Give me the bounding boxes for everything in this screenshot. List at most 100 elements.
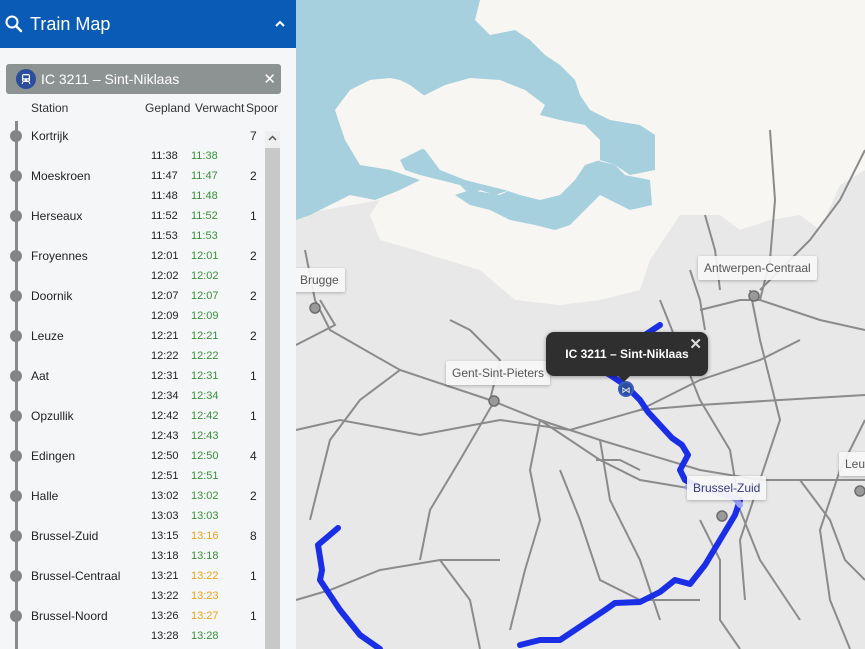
stop-arrival-expected: 12:50 [191,450,219,462]
stop-departure-expected: 12:51 [191,470,219,482]
stop-arrival-expected: 11:47 [191,170,218,182]
stop-departure-row: 12:22 12:22 [0,346,264,366]
stop-row[interactable]: Herseaux 11:52 11:52 1 [0,206,264,226]
stop-platform: 1 [250,609,257,623]
station-label-leuven[interactable]: Leu [839,452,865,476]
stop-departure-expected: 12:22 [191,350,219,362]
stop-departure-row: 13:28 13:28 [0,626,264,646]
stop-station-name: Froyennes [31,249,88,263]
stop-platform: 4 [250,449,257,463]
stop-arrival-planned: 13:15 [151,530,179,542]
stop-station-name: Brussel-Noord [31,609,108,623]
stop-row[interactable]: Moeskroen 11:47 11:47 2 [0,166,264,186]
search-icon[interactable] [4,14,24,34]
stop-dot-icon [10,210,22,222]
scroll-up-button[interactable] [265,131,280,146]
stop-arrival-expected: 13:16 [191,530,219,542]
stop-dot-icon [10,130,22,142]
stop-row[interactable]: Doornik 12:07 12:07 2 [0,286,264,306]
stop-departure-expected: 13:18 [191,550,219,562]
stop-station-name: Halle [31,489,59,503]
stop-dot-icon [10,490,22,502]
train-panel: Train Map IC 3211 – Sint-Niklaas ✕ Stati… [0,0,296,649]
selected-train-label: IC 3211 – Sint-Niklaas [41,71,180,87]
stop-platform: 1 [250,409,257,423]
stop-arrival-planned: 11:47 [151,170,178,182]
stop-row[interactable]: Opzullik 12:42 12:42 1 [0,406,264,426]
stop-row[interactable]: Edingen 12:50 12:50 4 [0,446,264,466]
stop-row[interactable]: Halle 13:02 13:02 2 [0,486,264,506]
column-header-planned: Gepland [145,101,191,115]
station-marker-antwerpen[interactable] [748,290,760,302]
stop-departure-planned: 12:34 [151,390,179,402]
stop-arrival-expected: 11:52 [191,210,218,222]
stop-arrival-expected: 12:07 [191,290,219,302]
station-marker-gent[interactable] [488,395,500,407]
stop-platform: 1 [250,209,257,223]
station-marker-brussel-zuid[interactable] [716,510,728,522]
stop-row[interactable]: Brussel-Noord 13:26 13:27 1 [0,606,264,626]
scrollbar[interactable] [265,131,280,649]
stop-station-name: Opzullik [31,409,74,423]
stop-row[interactable]: Brussel-Centraal 13:21 13:22 1 [0,566,264,586]
popup-close-button[interactable]: ✕ [689,335,702,353]
station-label-gent-sint-pieters[interactable]: Gent-Sint-Pieters [446,361,551,385]
stop-departure-planned: 12:09 [151,310,179,322]
stop-arrival-planned: 12:01 [151,250,179,262]
stop-dot-icon [10,570,22,582]
stop-arrival-planned: 12:31 [151,370,179,382]
close-train-button[interactable]: ✕ [263,70,276,88]
stop-arrival-planned: 12:42 [151,410,179,422]
stop-dot-icon [10,530,22,542]
stop-platform: 1 [250,569,257,583]
column-header-expected: Verwacht [195,101,245,115]
stop-arrival-planned: 13:26 [151,610,179,622]
stop-departure-row: 13:22 13:23 [0,586,264,606]
stop-platform: 2 [250,329,257,343]
stop-station-name: Kortrijk [31,129,69,143]
stop-station-name: Doornik [31,289,73,303]
chevron-up-icon[interactable] [274,18,286,30]
station-marker-leuven[interactable] [854,485,865,497]
stop-row[interactable]: Aat 12:31 12:31 1 [0,366,264,386]
stop-departure-expected: 11:53 [191,230,218,242]
stop-departure-expected: 11:38 [191,150,218,162]
stop-departure-row: 12:02 12:02 [0,266,264,286]
stop-list[interactable]: Kortrijk 7 11:38 11:38 Moeskroen 11:47 11:47 2 1… [0,121,296,649]
station-label-brussel-zuid[interactable]: Brussel-Zuid [687,476,767,500]
stop-platform: 2 [250,169,257,183]
stop-row[interactable]: Froyennes 12:01 12:01 2 [0,246,264,266]
stop-station-name: Edingen [31,449,76,463]
stop-station-name: Brussel-Zuid [31,529,99,543]
stop-platform: 8 [250,529,257,543]
stop-departure-row: 12:43 12:43 [0,426,264,446]
panel-header: Train Map [0,0,296,48]
stop-row[interactable]: Brussel-Zuid 13:15 13:16 8 [0,526,264,546]
stop-station-name: Aat [31,369,50,383]
scroll-thumb[interactable] [265,148,280,649]
stop-arrival-planned: 11:52 [151,210,178,222]
selected-train-chip[interactable]: IC 3211 – Sint-Niklaas ✕ [6,64,281,94]
stop-row[interactable]: Leuze 12:21 12:21 2 [0,326,264,346]
stop-departure-row: 12:34 12:34 [0,386,264,406]
stop-arrival-expected: 13:22 [191,570,219,582]
station-label-brugge[interactable]: Brugge [294,268,345,292]
stop-departure-row: 12:51 12:51 [0,466,264,486]
station-label-antwerpen-centraal[interactable]: Antwerpen-Centraal [698,256,817,280]
stop-arrival-expected: 12:01 [191,250,219,262]
stop-dot-icon [10,410,22,422]
station-marker-brugge[interactable] [309,302,321,314]
stop-arrival-expected: 13:02 [191,490,219,502]
panel-body: IC 3211 – Sint-Niklaas ✕ Station Gepland… [0,48,296,649]
stop-dot-icon [10,290,22,302]
stop-departure-expected: 13:03 [191,510,219,522]
stop-departure-planned: 11:48 [151,190,178,202]
stop-departure-expected: 12:02 [191,270,219,282]
stop-dot-icon [10,170,22,182]
stop-row[interactable]: Kortrijk 7 [0,126,264,146]
stop-station-name: Herseaux [31,209,83,223]
stop-platform: 7 [250,129,257,143]
column-header-station: Station [31,101,69,115]
stop-departure-expected: 13:23 [191,590,219,602]
stop-arrival-expected: 12:42 [191,410,219,422]
